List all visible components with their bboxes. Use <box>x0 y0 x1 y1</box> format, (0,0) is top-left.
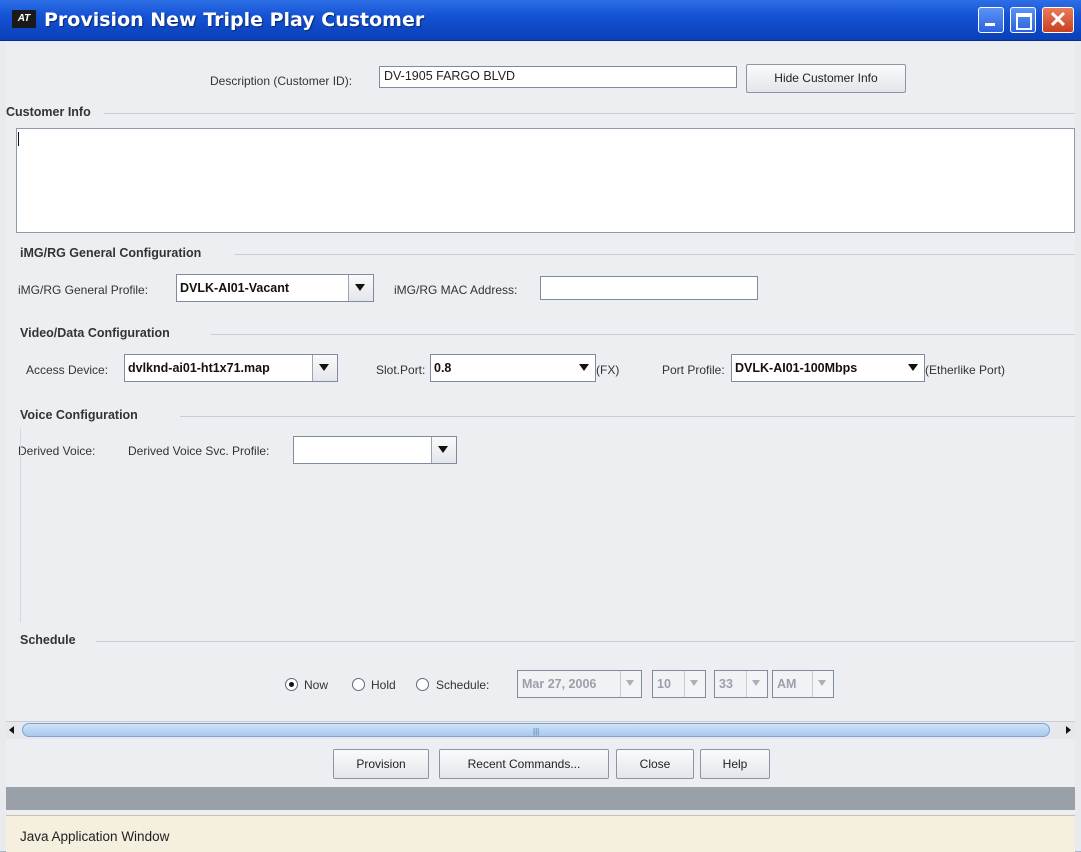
mac-address-input[interactable] <box>540 276 758 300</box>
chevron-down-icon[interactable] <box>431 437 456 463</box>
description-label: Description (Customer ID): <box>210 74 353 88</box>
schedule-hour-select[interactable]: 10 <box>652 670 706 698</box>
section-divider <box>96 641 1075 642</box>
section-divider <box>211 334 1075 335</box>
dialog-content: Description (Customer ID): DV-1905 FARGO… <box>6 42 1075 814</box>
voice-svc-profile-select[interactable] <box>293 436 457 464</box>
schedule-minute-select[interactable]: 33 <box>714 670 768 698</box>
schedule-heading: Schedule <box>20 633 76 647</box>
voice-config-heading: Voice Configuration <box>20 408 138 422</box>
schedule-hold-label[interactable]: Hold <box>371 678 396 692</box>
schedule-hour-value: 10 <box>657 677 671 691</box>
general-profile-select[interactable]: DVLK-AI01-Vacant <box>176 274 374 302</box>
derived-voice-label: Derived Voice: <box>18 444 96 458</box>
schedule-now-label[interactable]: Now <box>304 678 328 692</box>
chevron-down-icon[interactable] <box>684 671 705 697</box>
schedule-minute-value: 33 <box>719 677 733 691</box>
status-strip <box>6 787 1075 810</box>
scroll-right-icon[interactable] <box>1061 722 1075 739</box>
provision-window: AT Provision New Triple Play Customer ✕ … <box>0 0 1081 852</box>
schedule-now-radio[interactable] <box>285 678 298 691</box>
chevron-down-icon[interactable] <box>902 355 924 381</box>
access-device-label: Access Device: <box>26 363 109 377</box>
chevron-down-icon[interactable] <box>348 275 373 301</box>
title-bar[interactable]: AT Provision New Triple Play Customer ✕ <box>0 0 1081 41</box>
provision-button[interactable]: Provision <box>333 749 429 779</box>
close-window-button[interactable]: ✕ <box>1042 7 1074 33</box>
general-config-heading: iMG/RG General Configuration <box>20 246 202 260</box>
close-button[interactable]: Close <box>616 749 694 779</box>
customer-info-heading: Customer Info <box>6 105 91 119</box>
port-profile-label: Port Profile: <box>662 363 725 377</box>
button-bar: Provision Recent Commands... Close Help <box>6 739 1075 787</box>
chevron-down-icon[interactable] <box>746 671 767 697</box>
schedule-date-select[interactable]: Mar 27, 2006 <box>517 670 642 698</box>
schedule-hold-radio[interactable] <box>352 678 365 691</box>
voice-svc-profile-label: Derived Voice Svc. Profile: <box>128 444 270 458</box>
port-profile-value: DVLK-AI01-100Mbps <box>735 361 858 375</box>
scrollbar-thumb[interactable]: ||| <box>22 723 1050 737</box>
java-warning-bar: Java Application Window <box>6 815 1075 852</box>
grip-icon: ||| <box>533 727 540 736</box>
horizontal-scrollbar[interactable]: ||| <box>6 721 1075 740</box>
minimize-button[interactable] <box>978 7 1004 33</box>
description-input[interactable]: DV-1905 FARGO BLVD <box>379 66 737 88</box>
mac-address-label: iMG/RG MAC Address: <box>394 283 518 297</box>
scroll-left-icon[interactable] <box>6 722 20 739</box>
chevron-down-icon[interactable] <box>312 355 337 381</box>
schedule-schedule-label[interactable]: Schedule: <box>436 678 489 692</box>
chevron-down-icon[interactable] <box>620 671 641 697</box>
customer-info-textarea[interactable] <box>16 128 1075 233</box>
port-profile-suffix: (Etherlike Port) <box>925 363 1006 377</box>
schedule-ampm-select[interactable]: AM <box>772 670 834 698</box>
general-profile-value: DVLK-AI01-Vacant <box>180 281 290 295</box>
chevron-down-icon[interactable] <box>812 671 833 697</box>
section-divider <box>180 416 1075 417</box>
text-cursor <box>18 132 19 146</box>
slot-port-select[interactable]: 0.8 <box>430 354 596 382</box>
video-data-heading: Video/Data Configuration <box>20 326 170 340</box>
access-device-value: dvlknd-ai01-ht1x71.map <box>128 361 270 375</box>
section-divider <box>234 254 1075 255</box>
schedule-schedule-radio[interactable] <box>416 678 429 691</box>
section-border <box>20 428 21 622</box>
maximize-button[interactable] <box>1010 7 1036 33</box>
java-window-label: Java Application Window <box>20 829 170 844</box>
schedule-date-value: Mar 27, 2006 <box>522 677 597 691</box>
window-title: Provision New Triple Play Customer <box>44 9 425 31</box>
section-divider <box>104 113 1075 114</box>
schedule-ampm-value: AM <box>777 677 797 691</box>
recent-commands-button[interactable]: Recent Commands... <box>439 749 609 779</box>
close-icon: ✕ <box>1048 7 1068 32</box>
access-device-select[interactable]: dvlknd-ai01-ht1x71.map <box>124 354 338 382</box>
app-logo-icon: AT <box>12 10 36 28</box>
port-profile-select[interactable]: DVLK-AI01-100Mbps <box>731 354 925 382</box>
slot-port-label: Slot.Port: <box>376 363 426 377</box>
general-profile-label: iMG/RG General Profile: <box>18 283 149 297</box>
chevron-down-icon[interactable] <box>573 355 595 381</box>
slot-port-suffix: (FX) <box>596 363 620 377</box>
hide-customer-info-button[interactable]: Hide Customer Info <box>746 64 906 93</box>
help-button[interactable]: Help <box>700 749 770 779</box>
slot-port-value: 0.8 <box>434 361 452 375</box>
